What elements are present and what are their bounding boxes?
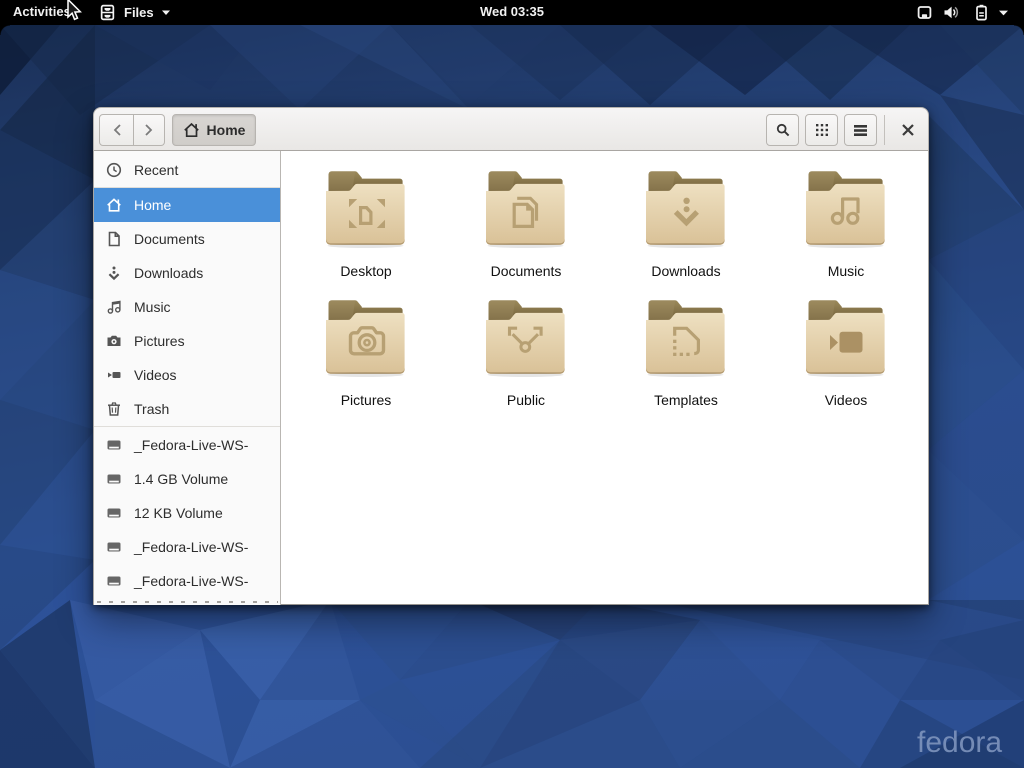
svg-text:fedora: fedora xyxy=(917,726,1002,759)
